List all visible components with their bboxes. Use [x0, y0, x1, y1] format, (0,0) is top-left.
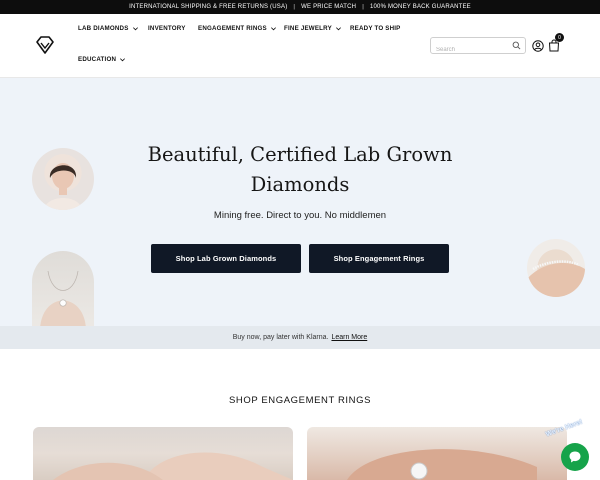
chat-icon — [569, 451, 581, 463]
hero-section: Beautiful, Certified Lab Grown Diamonds … — [0, 78, 600, 326]
klarna-text: Buy now, pay later with Klarna. — [232, 334, 329, 341]
nav-item-engagement-rings[interactable]: ENGAGEMENT RINGS — [198, 25, 277, 32]
nav-item-label: LAB DIAMONDS — [78, 25, 129, 32]
nav-item-education[interactable]: EDUCATION — [78, 56, 126, 63]
klarna-banner: Buy now, pay later with Klarna. Learn Mo… — [0, 326, 600, 349]
user-icon[interactable] — [532, 40, 544, 52]
engagement-ring-card[interactable] — [33, 427, 293, 480]
announcement-separator: | — [293, 4, 296, 10]
chevron-down-icon — [335, 27, 341, 31]
announcement-item: 100% MONEY BACK GUARANTEE — [369, 4, 471, 10]
hero-title: Beautiful, Certified Lab Grown Diamonds — [147, 143, 453, 196]
announcement-item: WE PRICE MATCH — [301, 4, 357, 10]
cart-count-badge: 0 — [555, 33, 564, 42]
section-title: SHOP ENGAGEMENT RINGS — [228, 395, 372, 406]
search-input[interactable] — [431, 42, 509, 58]
nav-item-label: ENGAGEMENT RINGS — [198, 25, 267, 32]
chevron-down-icon — [120, 58, 126, 62]
site-header: LAB DIAMONDS INVENTORY ENGAGEMENT RINGS … — [0, 14, 600, 78]
nav-item-label: EDUCATION — [78, 56, 117, 63]
search-icon[interactable] — [512, 41, 521, 50]
klarna-learn-more-link[interactable]: Learn More — [331, 334, 367, 341]
diamond-logo-icon[interactable] — [34, 34, 56, 56]
nav-item-fine-jewelry[interactable]: FINE JEWELRY — [284, 25, 342, 32]
bracelet-image — [527, 239, 585, 297]
nav-item-lab-diamonds[interactable]: LAB DIAMONDS — [78, 25, 139, 32]
shop-lab-grown-diamonds-button[interactable]: Shop Lab Grown Diamonds — [151, 244, 301, 273]
necklace-image — [32, 251, 94, 326]
chevron-down-icon — [132, 27, 138, 31]
nav-item-inventory[interactable]: INVENTORY — [148, 25, 186, 32]
announcement-bar: INTERNATIONAL SHIPPING & FREE RETURNS (U… — [0, 0, 600, 14]
nav-item-label: INVENTORY — [148, 25, 186, 32]
search-box — [430, 37, 526, 58]
nav-item-label: READY TO SHIP — [350, 25, 401, 32]
announcement-separator: | — [362, 4, 364, 10]
nav-item-ready-to-ship[interactable]: READY TO SHIP — [350, 25, 401, 32]
model-portrait-image — [32, 148, 94, 210]
nav-item-label: FINE JEWELRY — [284, 25, 332, 32]
chat-button[interactable] — [561, 443, 589, 471]
shop-engagement-rings-button[interactable]: Shop Engagement Rings — [309, 244, 449, 273]
engagement-ring-card[interactable] — [307, 427, 567, 480]
chevron-down-icon — [270, 27, 276, 31]
hero-subtitle: Mining free. Direct to you. No middlemen — [213, 210, 387, 221]
announcement-item: INTERNATIONAL SHIPPING & FREE RETURNS (U… — [129, 4, 288, 10]
